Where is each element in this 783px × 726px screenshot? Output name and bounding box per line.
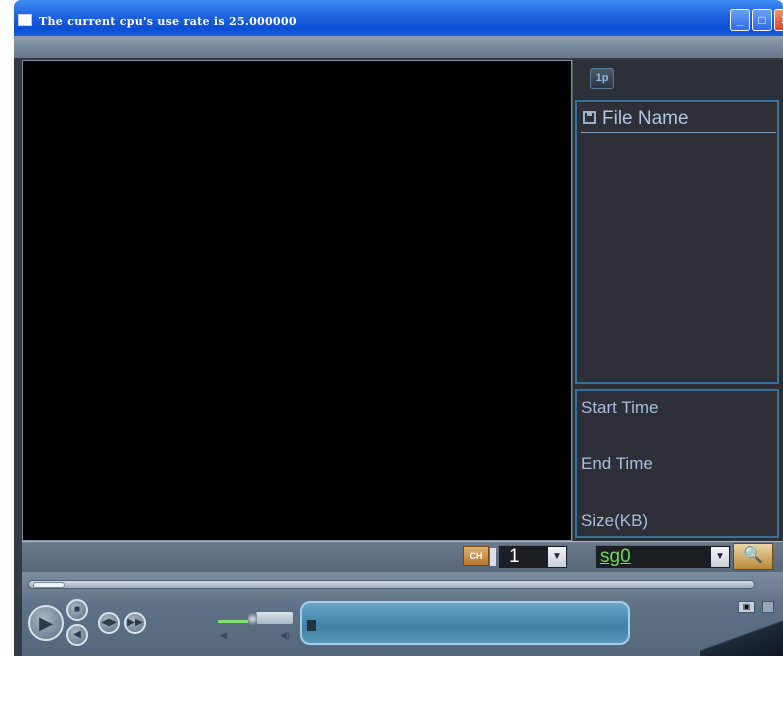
play-button[interactable]: ▶ (28, 605, 64, 641)
maximize-button[interactable]: □ (752, 9, 772, 31)
channel-select[interactable]: 1 ▼ (498, 545, 568, 569)
end-time-label: End Time (581, 454, 653, 473)
start-time-label: Start Time (581, 398, 659, 417)
seek-bar[interactable] (28, 580, 755, 589)
search-button[interactable]: 🔍 (733, 543, 773, 570)
playback-info-display (300, 601, 630, 645)
snapshot-button[interactable]: ▣ (738, 601, 755, 613)
floppy-disk-icon (583, 111, 596, 124)
chevron-down-icon[interactable]: ▼ (548, 547, 566, 567)
disk-value: sg0 (600, 546, 631, 567)
file-info-panel: Start Time End Time Size(KB) (575, 389, 779, 538)
display-indicator (307, 620, 316, 631)
file-list[interactable]: File Name (575, 100, 779, 384)
minimize-button[interactable]: _ (730, 9, 750, 31)
page-mode-button[interactable]: 1p (590, 68, 614, 89)
slow-button[interactable]: ◀▶ (98, 612, 120, 634)
size-label: Size(KB) (581, 511, 649, 530)
video-display[interactable] (22, 60, 572, 541)
corner-decoration (700, 620, 783, 656)
window-title: The current cpu's use rate is 25.000000 (39, 15, 297, 28)
volume-slider[interactable] (256, 612, 293, 624)
volume-knob[interactable] (248, 612, 257, 626)
disk-select[interactable]: sg0 ▼ (595, 545, 731, 569)
channel-separator (490, 548, 496, 566)
channel-icon: CH (463, 546, 489, 566)
app-icon (18, 14, 32, 26)
fast-forward-button[interactable]: ▶▶ (124, 612, 146, 634)
volume-high-icon: ◀) (280, 630, 290, 640)
step-back-button[interactable]: ◀ (66, 624, 88, 646)
file-list-header: File Name (581, 105, 776, 133)
close-button[interactable]: ✕ (774, 9, 783, 31)
title-bar[interactable]: The current cpu's use rate is 25.000000 … (14, 0, 783, 36)
file-name-column: File Name (602, 108, 689, 129)
stop-button[interactable]: ■ (66, 599, 88, 621)
search-icon: 🔍 (743, 547, 763, 564)
volume-low-icon: ◀ (220, 630, 227, 640)
chevron-down-icon[interactable]: ▼ (711, 547, 729, 567)
settings-button[interactable] (762, 601, 774, 613)
seek-handle[interactable] (33, 582, 65, 588)
frame-top-strip (14, 36, 783, 58)
channel-value: 1 (509, 546, 520, 567)
